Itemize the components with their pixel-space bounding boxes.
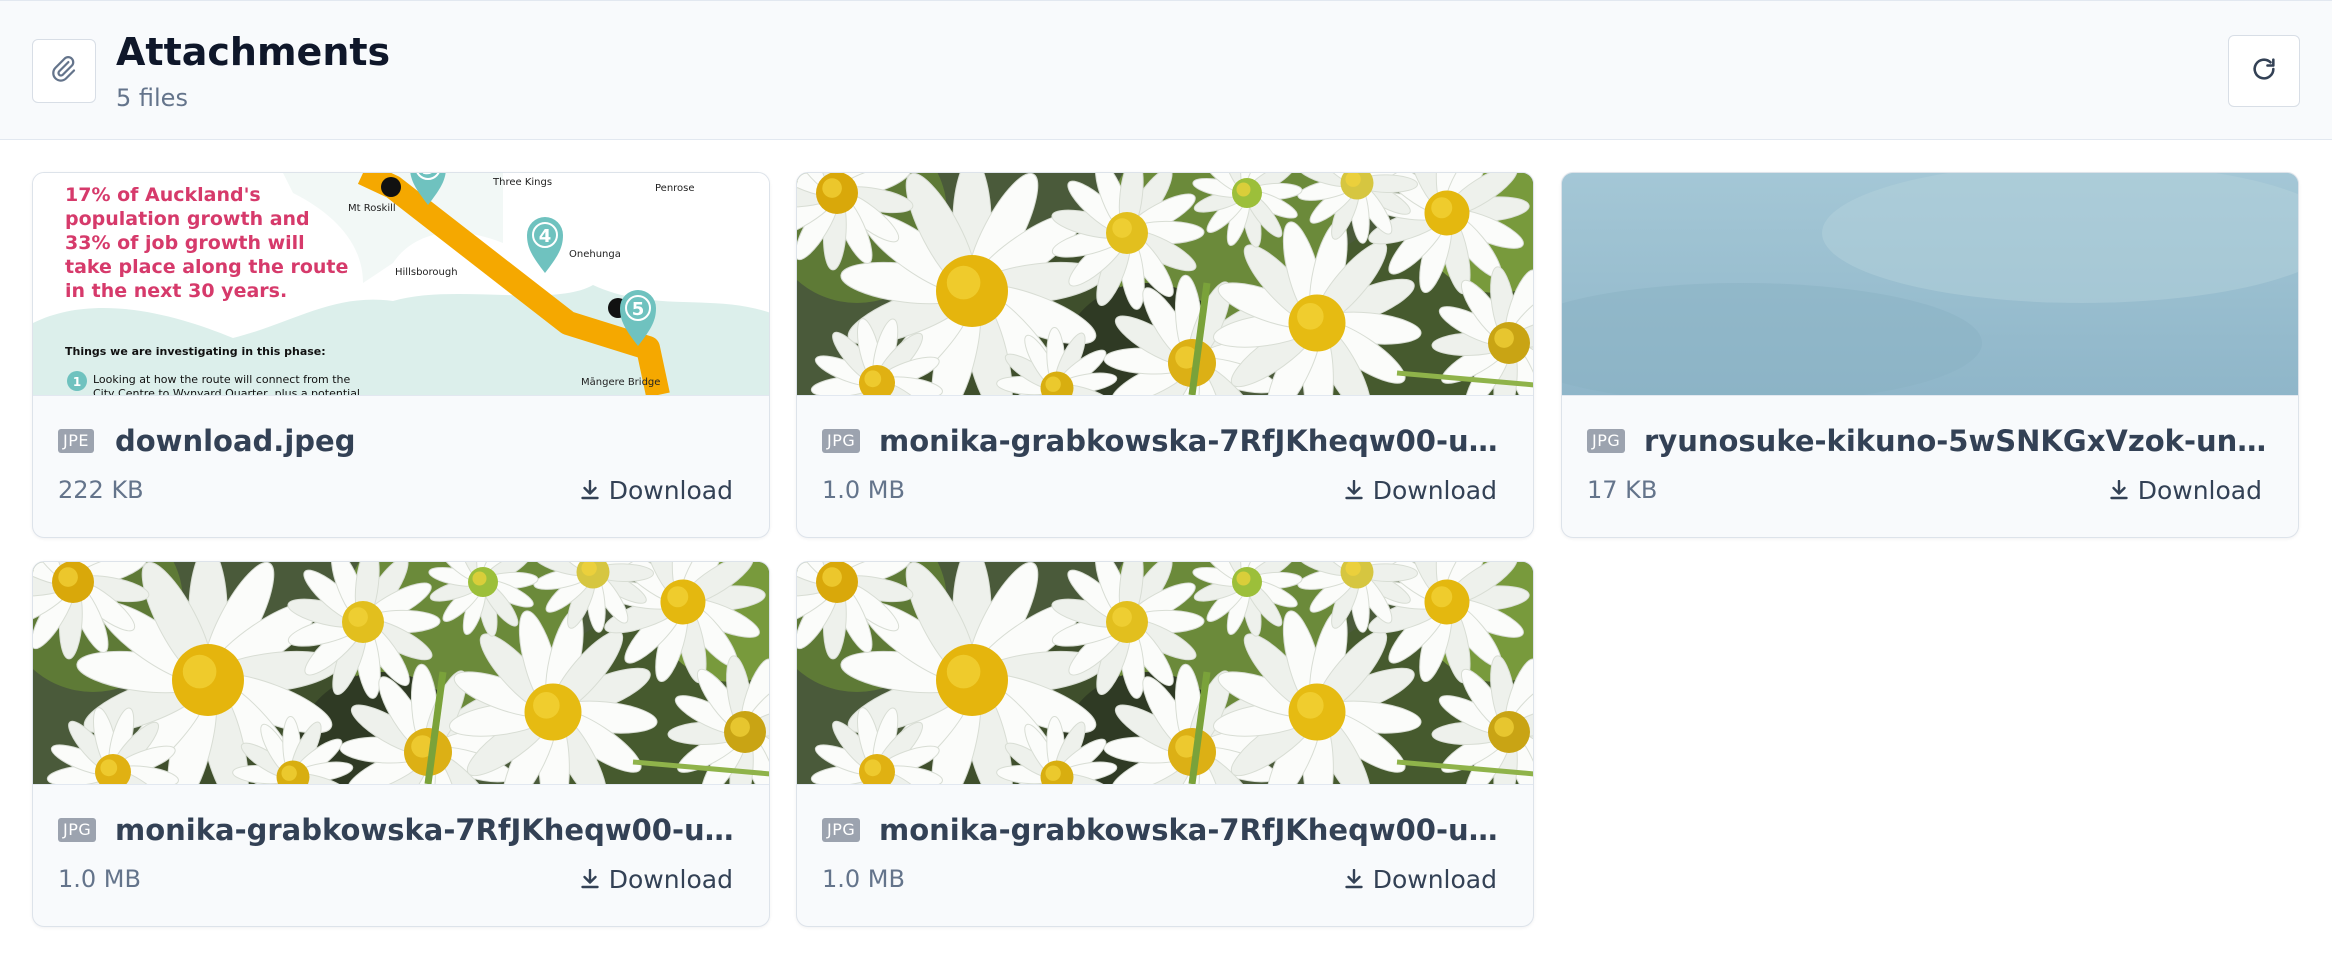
attachment-thumbnail[interactable] <box>797 173 1533 396</box>
attachment-thumbnail[interactable] <box>1562 173 2298 396</box>
file-name[interactable]: monika-grabkowska-7RfJKheqw00-unsplash.j… <box>115 810 745 850</box>
file-count: 5 files <box>116 84 188 112</box>
svg-text:Hillsborough: Hillsborough <box>395 267 458 278</box>
paperclip-icon <box>49 54 79 88</box>
svg-text:Onehunga: Onehunga <box>569 249 621 260</box>
svg-text:33% of job growth will: 33% of job growth will <box>65 232 305 254</box>
attachment-card[interactable]: JPG ryunosuke-kikuno-5wSNKGxVzok-unsplas… <box>1561 172 2299 538</box>
page-title: Attachments <box>116 30 391 74</box>
svg-text:Looking at how the route will: Looking at how the route will connect fr… <box>93 373 351 386</box>
download-icon <box>2110 480 2128 500</box>
download-button[interactable]: Download <box>581 859 733 899</box>
svg-text:Penrose: Penrose <box>655 183 695 194</box>
attachment-thumbnail[interactable] <box>33 562 769 785</box>
download-button[interactable]: Download <box>2110 470 2262 510</box>
attachment-thumbnail[interactable]: 3 4 5 17% of Auckland'spopulation growth an… <box>33 173 769 396</box>
file-type-badge: JPG <box>1587 429 1626 453</box>
svg-text:Things we are investigating in: Things we are investigating in this phas… <box>65 345 326 358</box>
download-icon <box>1345 869 1363 889</box>
svg-text:population growth and: population growth and <box>65 208 310 230</box>
file-name[interactable]: download.jpeg <box>115 421 745 461</box>
file-name[interactable]: monika-grabkowska-7RfJKheqw00-unsplash.j… <box>879 421 1509 461</box>
file-type-badge: JPG <box>58 818 97 842</box>
svg-text:5: 5 <box>632 299 645 320</box>
file-size: 1.0 MB <box>822 476 905 504</box>
svg-text:1: 1 <box>73 375 81 389</box>
svg-text:Three Kings: Three Kings <box>492 177 552 188</box>
download-button[interactable]: Download <box>1345 859 1497 899</box>
file-size: 1.0 MB <box>58 865 141 893</box>
svg-text:Māngere Bridge: Māngere Bridge <box>581 377 660 388</box>
download-label: Download <box>608 475 733 505</box>
download-icon <box>581 480 599 500</box>
svg-text:in the next 30 years.: in the next 30 years. <box>65 280 287 302</box>
download-button[interactable]: Download <box>1345 470 1497 510</box>
download-label: Download <box>1372 864 1497 894</box>
file-name[interactable]: monika-grabkowska-7RfJKheqw00-unsplash.j… <box>879 810 1509 850</box>
attachment-card[interactable]: JPG monika-grabkowska-7RfJKheqw00-unspla… <box>796 172 1534 538</box>
file-type-badge: JPG <box>822 429 861 453</box>
download-label: Download <box>1372 475 1497 505</box>
download-button[interactable]: Download <box>581 470 733 510</box>
download-label: Download <box>2137 475 2262 505</box>
attachment-card[interactable]: JPG monika-grabkowska-7RfJKheqw00-unspla… <box>796 561 1534 927</box>
file-size: 17 KB <box>1587 476 1658 504</box>
svg-text:Mt Roskill: Mt Roskill <box>348 203 396 214</box>
file-size: 1.0 MB <box>822 865 905 893</box>
download-icon <box>1345 480 1363 500</box>
attachment-card[interactable]: JPG monika-grabkowska-7RfJKheqw00-unspla… <box>32 561 770 927</box>
download-label: Download <box>608 864 733 894</box>
svg-text:4: 4 <box>539 226 552 247</box>
attachments-header: Attachments 5 files <box>0 0 2332 140</box>
file-type-badge: JPG <box>822 818 861 842</box>
refresh-icon <box>2250 55 2278 87</box>
file-name[interactable]: ryunosuke-kikuno-5wSNKGxVzok-unsplash.jp… <box>1644 421 2274 461</box>
refresh-button[interactable] <box>2228 35 2300 107</box>
attachment-thumbnail[interactable] <box>797 562 1533 785</box>
attachments-button[interactable] <box>32 39 96 103</box>
svg-text:take place along the route: take place along the route <box>65 256 348 278</box>
download-icon <box>581 869 599 889</box>
file-size: 222 KB <box>58 476 144 504</box>
svg-text:17% of Auckland's: 17% of Auckland's <box>65 184 261 206</box>
svg-text:3: 3 <box>422 173 435 179</box>
attachment-card[interactable]: 3 4 5 17% of Auckland'spopulation growth an… <box>32 172 770 538</box>
svg-text:City Centre to Wynyard Quarter: City Centre to Wynyard Quarter, plus a p… <box>93 387 360 395</box>
file-type-badge: JPE <box>58 429 94 453</box>
